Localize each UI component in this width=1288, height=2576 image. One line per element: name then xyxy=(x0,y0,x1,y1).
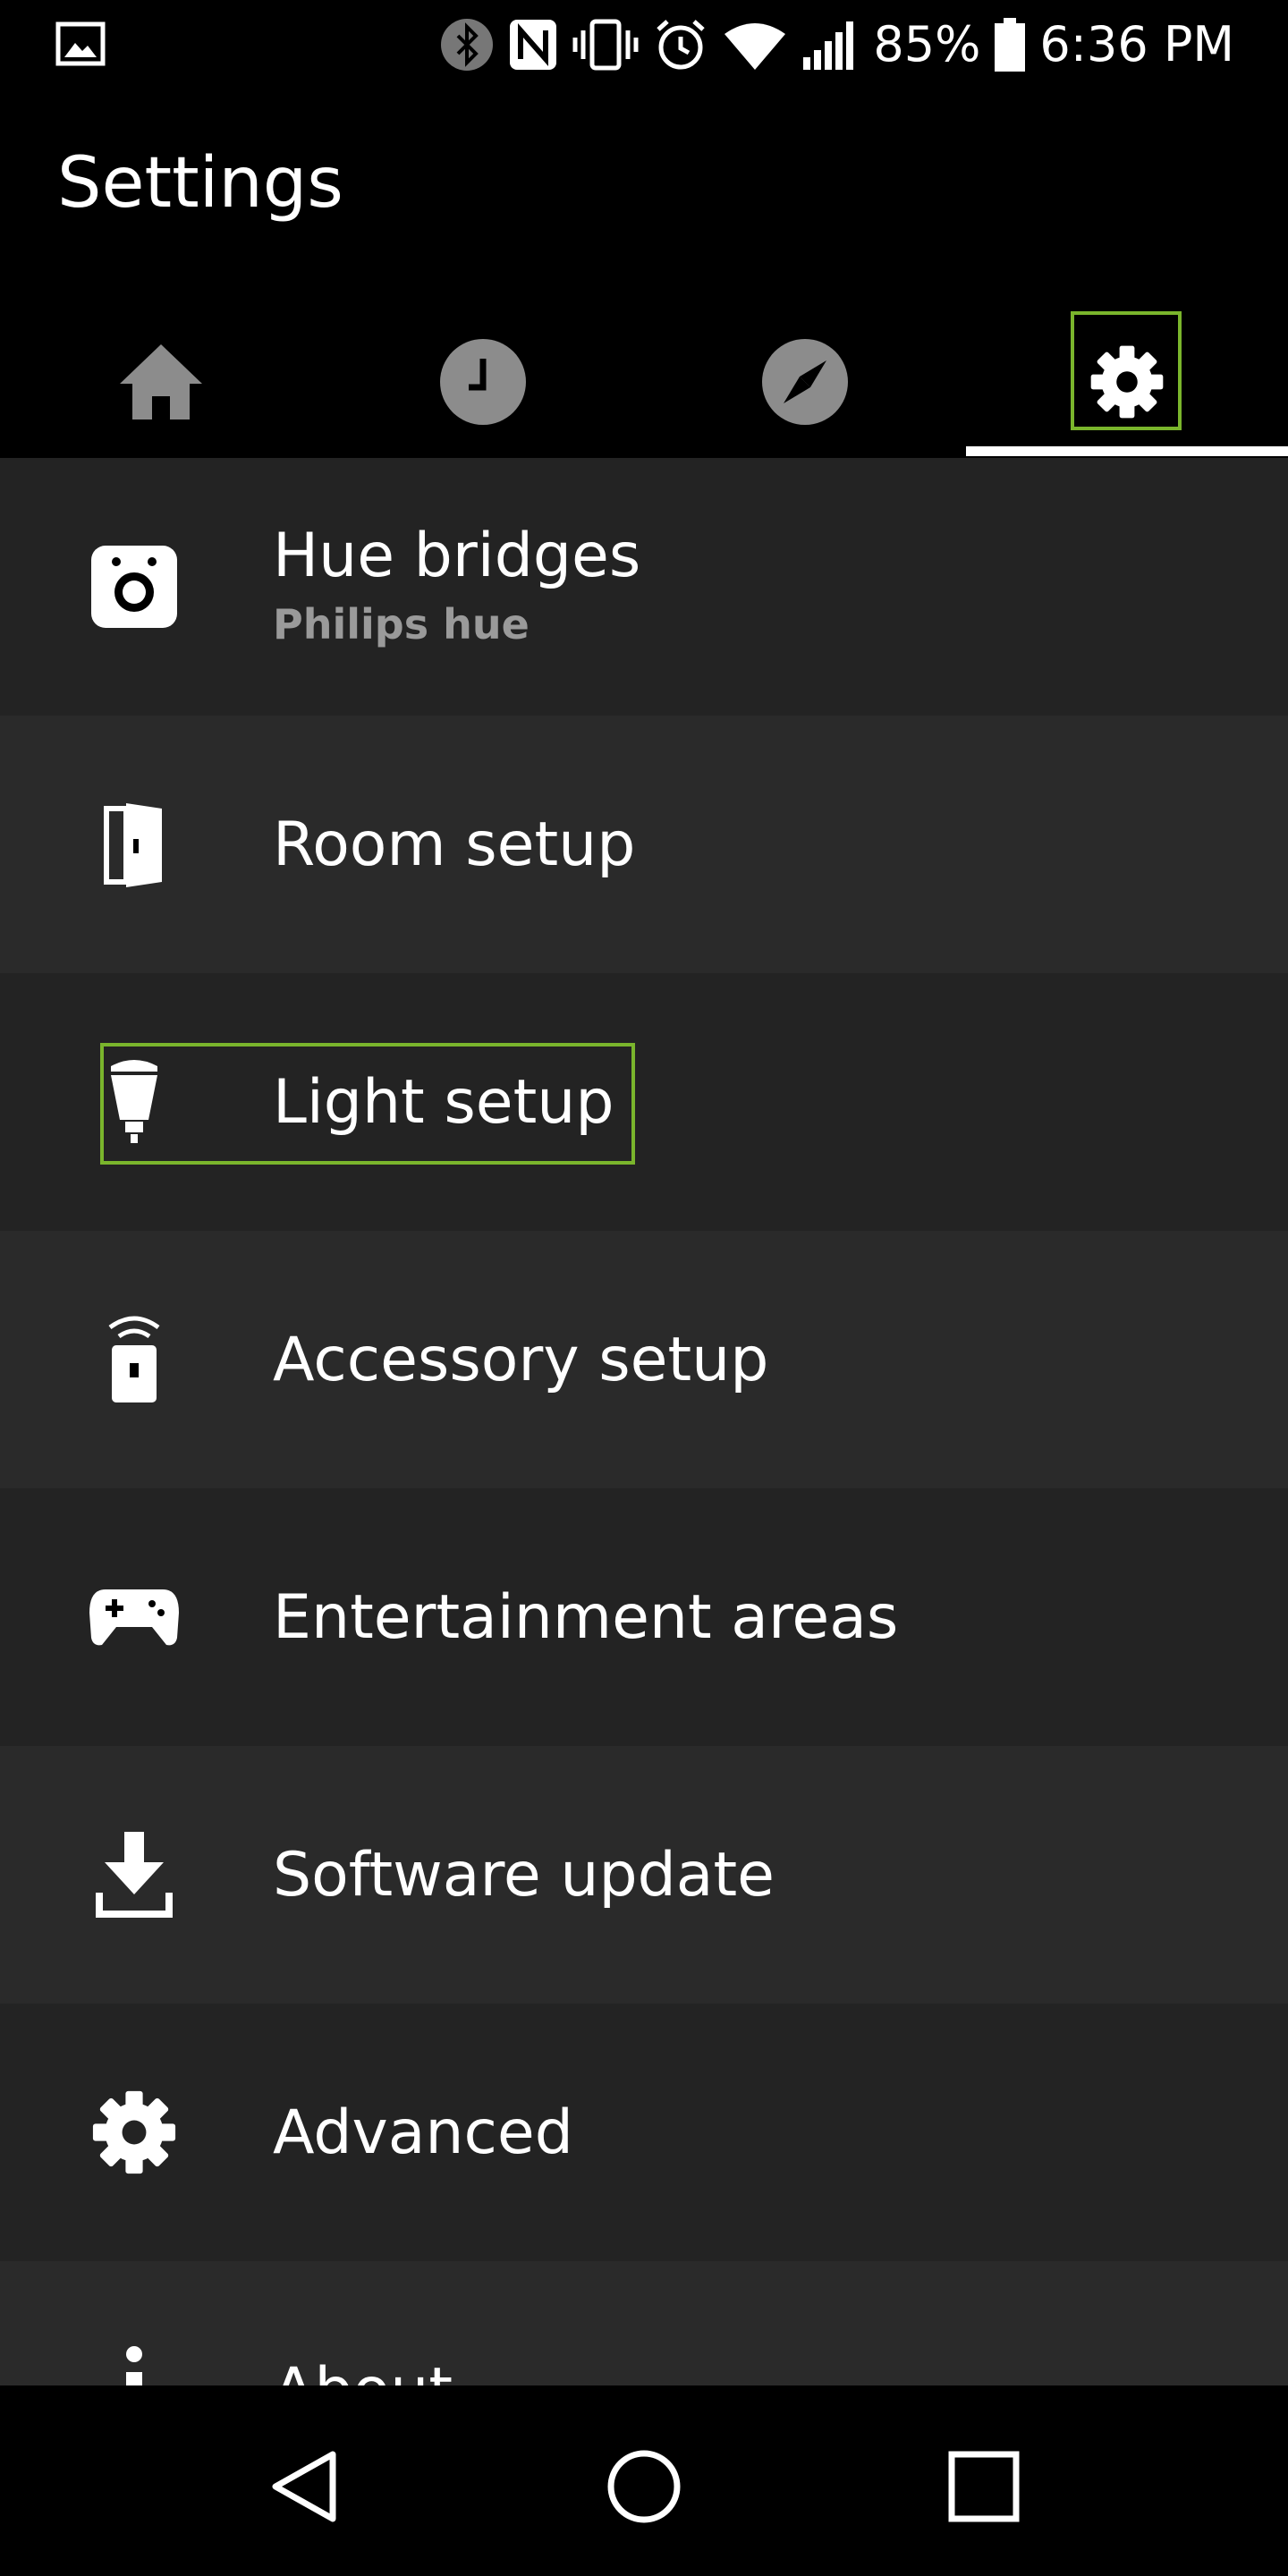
settings-list: Hue bridges Philips hue Room setup Light… xyxy=(0,458,1288,2385)
battery-icon xyxy=(995,18,1026,72)
home-icon xyxy=(116,337,206,430)
tab-settings-highlight xyxy=(1071,311,1182,430)
list-item-advanced[interactable]: Advanced xyxy=(0,2004,1288,2261)
nav-back-button[interactable] xyxy=(237,2421,371,2555)
tab-explore[interactable] xyxy=(644,309,966,458)
remote-icon xyxy=(80,1306,188,1413)
list-item-label: Accessory setup xyxy=(273,1325,769,1395)
vibrate-icon xyxy=(572,18,639,72)
door-icon xyxy=(80,791,188,898)
recents-icon xyxy=(948,2451,1020,2526)
list-item-label: Light setup xyxy=(273,1067,614,1138)
image-icon xyxy=(55,21,106,66)
tab-routines[interactable] xyxy=(322,309,644,458)
home-circle-icon xyxy=(606,2449,682,2528)
nfc-icon xyxy=(508,18,558,72)
list-item-hue-bridges[interactable]: Hue bridges Philips hue xyxy=(0,458,1288,716)
signal-icon xyxy=(801,18,859,72)
list-item-light-setup[interactable]: Light setup xyxy=(0,973,1288,1231)
wifi-icon xyxy=(723,18,787,72)
list-item-room-setup[interactable]: Room setup xyxy=(0,716,1288,973)
gear-icon xyxy=(80,2079,188,2186)
list-item-label: Room setup xyxy=(273,809,636,880)
bridge-icon xyxy=(80,533,188,640)
info-icon xyxy=(80,2336,188,2385)
list-item-label: Entertainment areas xyxy=(273,1582,899,1653)
gamepad-icon xyxy=(80,1563,188,1671)
clock-icon xyxy=(438,337,528,430)
back-icon xyxy=(268,2449,340,2528)
list-item-label: Hue bridges xyxy=(273,521,641,591)
list-item-label: Advanced xyxy=(273,2097,573,2168)
tab-home[interactable] xyxy=(0,309,322,458)
bulb-icon xyxy=(80,1048,188,1156)
list-item-label: Software update xyxy=(273,1840,775,1911)
tab-selected-indicator xyxy=(966,446,1288,456)
list-item-software-update[interactable]: Software update xyxy=(0,1746,1288,2004)
battery-percent: 85% xyxy=(873,16,981,72)
list-item-label: About xyxy=(273,2355,453,2385)
status-icons: 85% 6:36 PM xyxy=(440,13,1234,77)
download-icon xyxy=(80,1821,188,1928)
nav-home-button[interactable] xyxy=(577,2421,711,2555)
list-item-accessory-setup[interactable]: Accessory setup xyxy=(0,1231,1288,1488)
bluetooth-icon xyxy=(440,18,494,72)
list-item-subtitle: Philips hue xyxy=(273,600,530,648)
alarm-icon xyxy=(653,17,708,72)
page-title: Settings xyxy=(57,143,343,224)
status-bar: 85% 6:36 PM xyxy=(0,0,1288,89)
clock-time: 6:36 PM xyxy=(1039,16,1234,72)
system-nav-bar xyxy=(0,2385,1288,2576)
nav-recents-button[interactable] xyxy=(917,2421,1051,2555)
compass-icon xyxy=(760,337,850,430)
list-item-entertainment-areas[interactable]: Entertainment areas xyxy=(0,1488,1288,1746)
list-item-about[interactable]: About xyxy=(0,2261,1288,2385)
